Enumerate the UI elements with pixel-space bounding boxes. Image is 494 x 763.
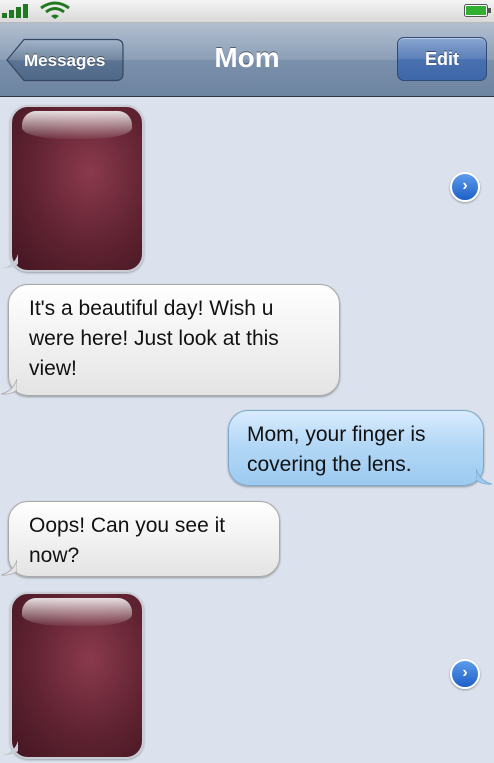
incoming-message-bubble[interactable]: Oops! Can you see it now? [8, 501, 280, 577]
message-line: view! [29, 357, 77, 380]
wifi-icon [40, 1, 70, 19]
photo-disclosure-button[interactable]: › [450, 659, 480, 689]
battery-icon [464, 4, 491, 17]
signal-bars-icon [2, 4, 28, 18]
photo-disclosure-button[interactable]: › [450, 172, 480, 202]
message-line: were here! Just look at this [29, 327, 279, 350]
conversation-title: Mom [214, 42, 280, 73]
nav-bar: Messages Mom Edit [0, 23, 494, 97]
back-button-label: Messages [24, 51, 106, 70]
edit-button[interactable]: Edit [397, 37, 487, 81]
message-line: It's a beautiful day! Wish u [29, 297, 274, 320]
photo-message[interactable] [10, 592, 144, 759]
bubble-tail [1, 379, 17, 395]
bubble-tail [2, 254, 18, 269]
message-line: Mom, your finger is [247, 423, 426, 446]
status-bar [0, 0, 494, 23]
message-line: Oops! Can you see it [29, 514, 226, 537]
bubble-tail [2, 741, 18, 756]
messages-back-button[interactable]: Messages [6, 38, 124, 82]
incoming-message-bubble[interactable]: It's a beautiful day! Wish u were here! … [8, 284, 340, 396]
bubble-tail [1, 560, 17, 576]
message-line: covering the lens. [247, 453, 412, 476]
photo-message[interactable] [10, 105, 144, 272]
bubble-tail [476, 469, 492, 485]
outgoing-message-bubble[interactable]: Mom, your finger is covering the lens. [228, 410, 484, 486]
message-thread[interactable]: › It's a beautiful day! Wish u were here… [0, 97, 494, 763]
message-line: now? [29, 544, 80, 567]
